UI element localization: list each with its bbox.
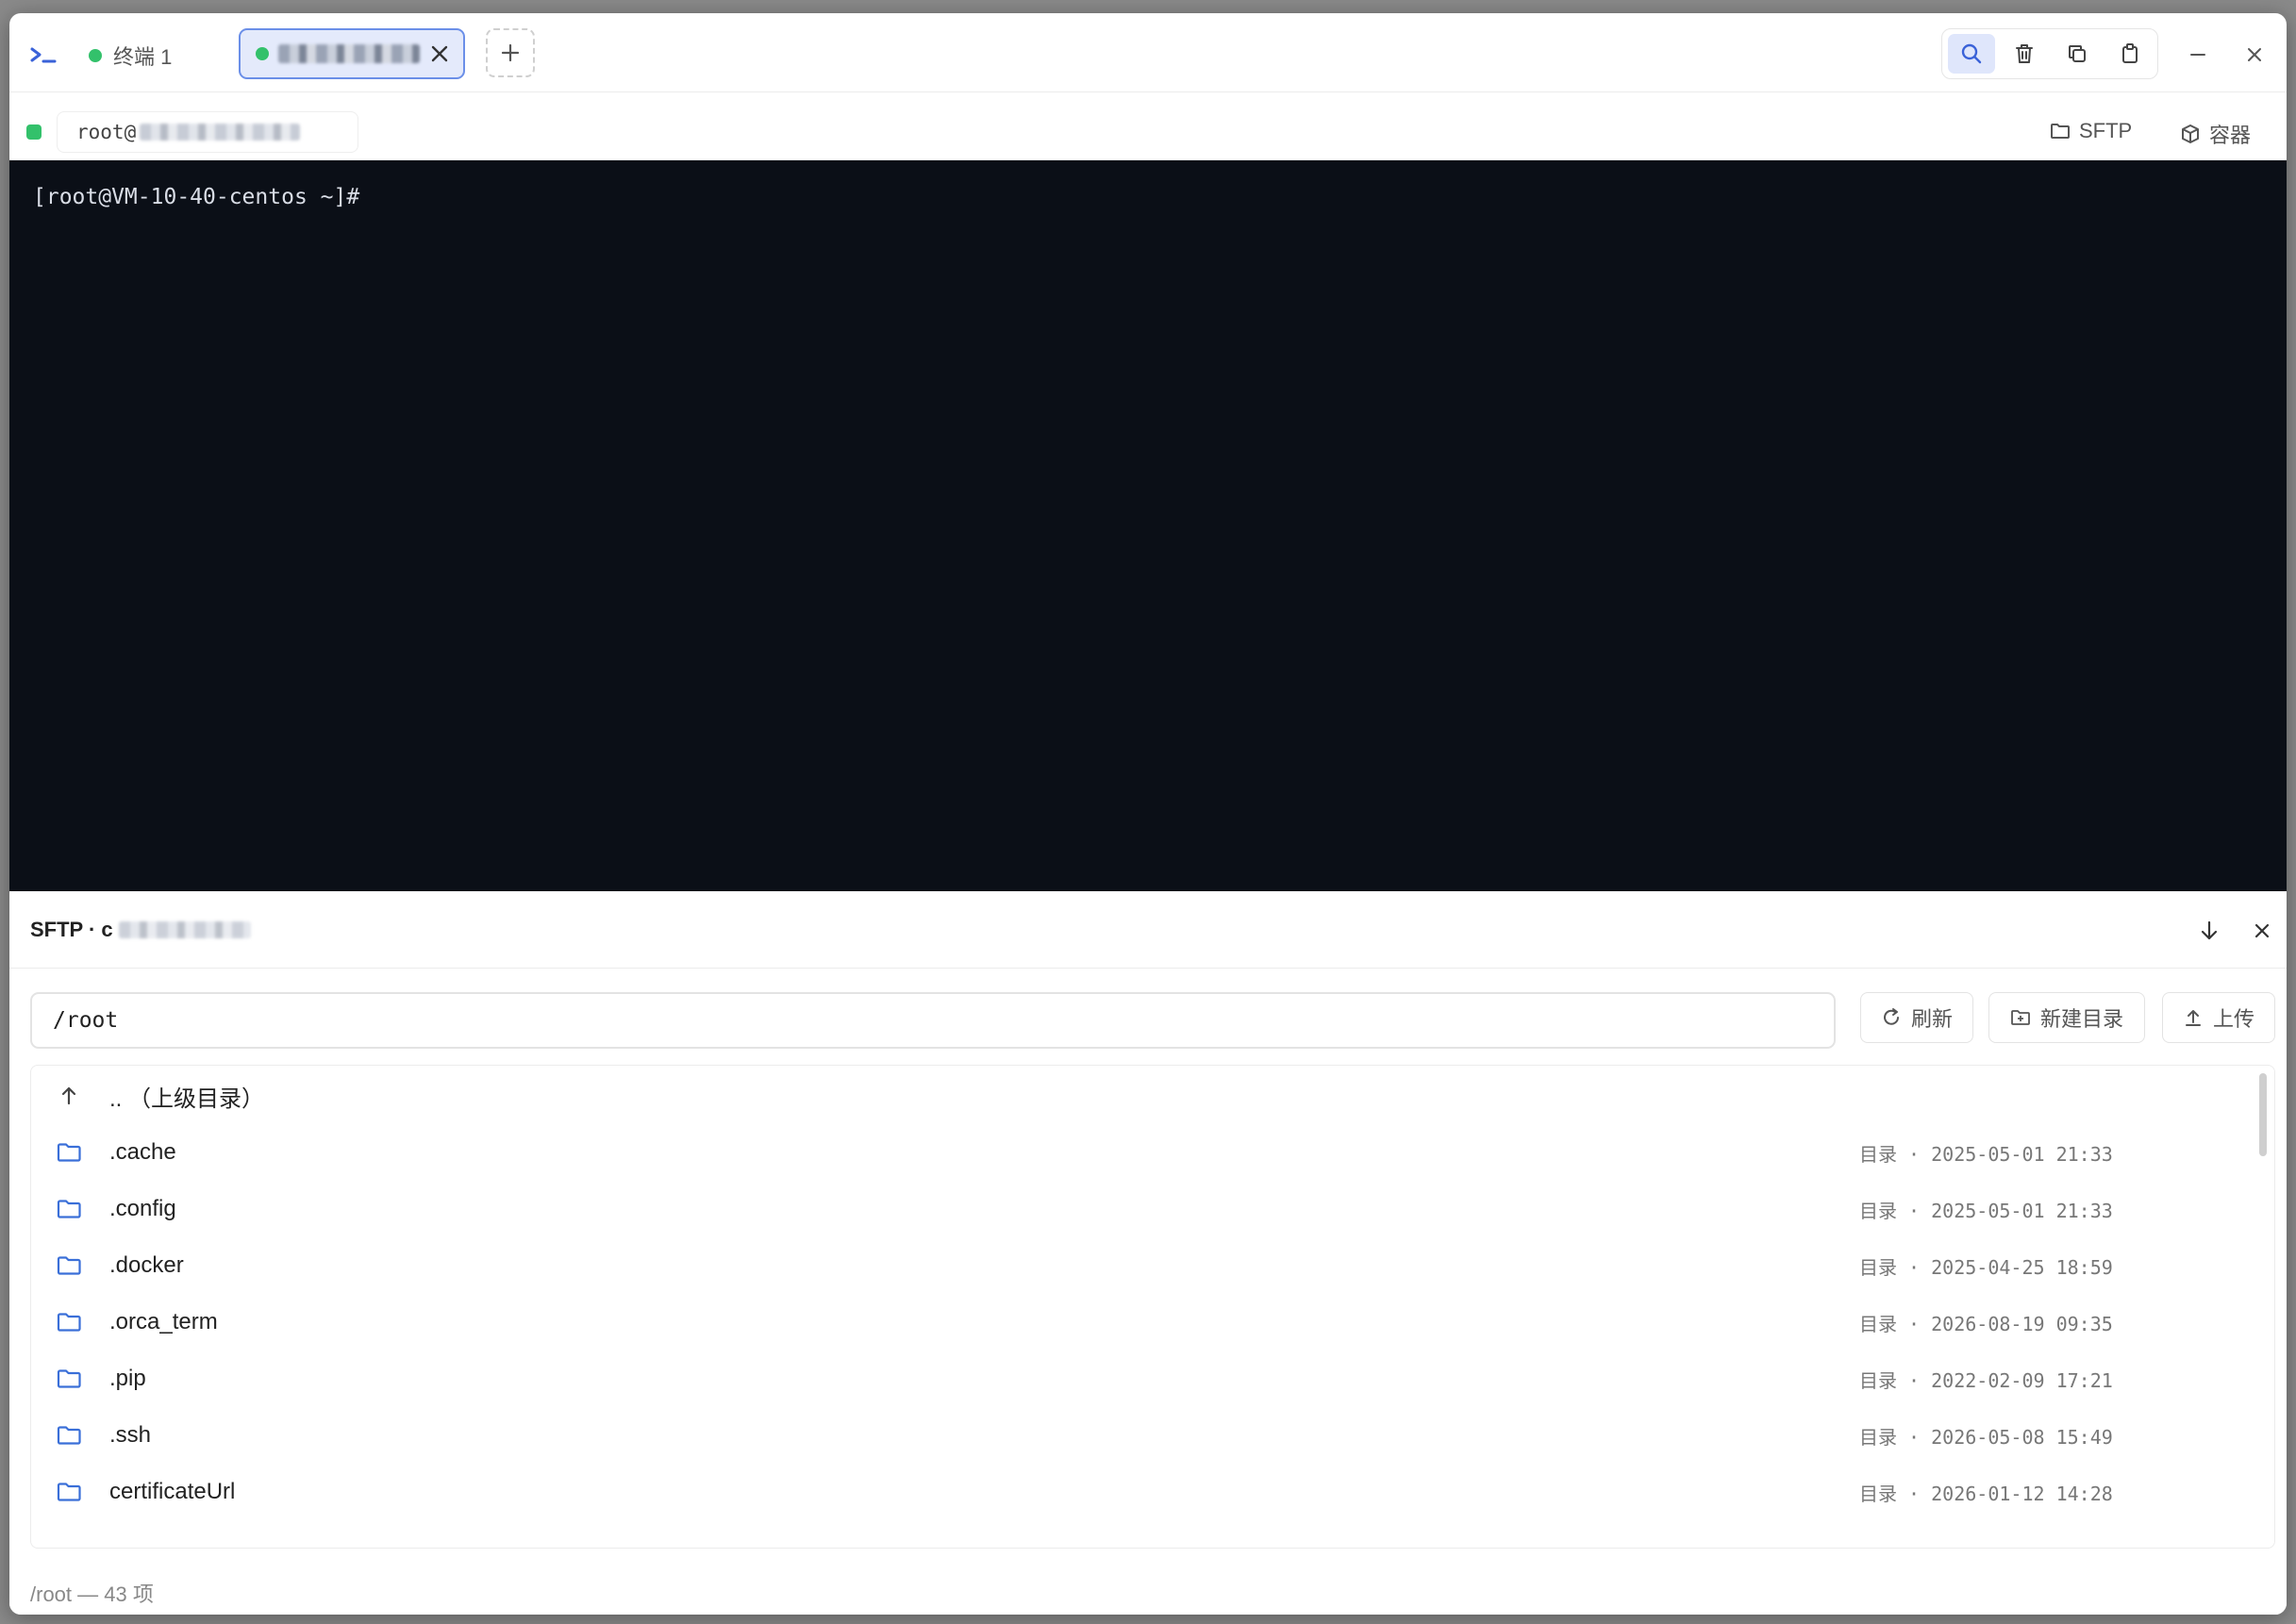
refresh-label: 刷新 — [1910, 1007, 1953, 1031]
file-meta: 目录 · 2022-02-09 17:21 — [1859, 1368, 2113, 1392]
file-name: .cache — [109, 1139, 176, 1165]
file-row[interactable]: .pip 目录 · 2022-02-09 17:21 — [31, 1351, 2274, 1407]
sftp-panel: SFTP · c /root 刷新 新建目录 上传 .. （上级目录） .cac… — [9, 891, 2287, 1615]
file-meta: 目录 · 2026-01-12 14:28 — [1859, 1482, 2113, 1505]
file-row[interactable]: .config 目录 · 2025-05-01 21:33 — [31, 1181, 2274, 1237]
close-tab-icon[interactable] — [427, 41, 452, 66]
sftp-title: SFTP · c — [30, 918, 251, 942]
folder-plus-icon — [2011, 1010, 2030, 1025]
terminal-toolbar — [1941, 28, 2158, 79]
sftp-header: SFTP · c — [9, 891, 2287, 969]
file-list: .. （上级目录） .cache 目录 · 2025-05-01 21:33 .… — [30, 1065, 2275, 1549]
upload-button[interactable]: 上传 — [2162, 992, 2275, 1043]
file-meta: 目录 · 2026-08-19 09:35 — [1859, 1312, 2113, 1335]
file-meta: 目录 · 2025-05-01 21:33 — [1859, 1199, 2113, 1222]
minimize-button[interactable] — [2183, 40, 2213, 70]
user-prefix: root@ — [76, 121, 137, 143]
terminal-logo-icon — [28, 38, 62, 72]
box-icon — [2182, 124, 2199, 143]
plus-icon — [501, 43, 520, 62]
file-meta: 目录 · 2026-05-08 15:49 — [1859, 1425, 2113, 1449]
folder-icon — [56, 1252, 82, 1279]
parent-directory-row[interactable]: .. （上级目录） — [31, 1068, 2274, 1124]
file-name: certificateUrl — [109, 1479, 236, 1504]
search-button[interactable] — [1948, 34, 1995, 74]
clear-button[interactable] — [2001, 34, 2048, 74]
trash-icon — [2016, 44, 2033, 63]
folder-icon — [56, 1366, 82, 1392]
clipboard-icon — [2122, 43, 2138, 63]
tab-active-session[interactable] — [239, 28, 465, 79]
path-input[interactable]: /root — [30, 992, 1836, 1049]
folder-icon — [2051, 124, 2070, 139]
file-name: .pip — [109, 1366, 146, 1391]
file-name: .config — [109, 1196, 176, 1221]
sftp-button-label: SFTP — [2079, 119, 2133, 142]
folder-icon — [56, 1196, 82, 1222]
path-value: /root — [53, 1008, 119, 1033]
minimize-icon — [2190, 54, 2205, 56]
file-row[interactable]: .docker 目录 · 2025-04-25 18:59 — [31, 1237, 2274, 1294]
refresh-icon — [1884, 1008, 1899, 1025]
file-name: .docker — [109, 1252, 184, 1278]
new-tab-button[interactable] — [486, 28, 535, 77]
container-button[interactable]: 容器 — [2179, 119, 2251, 149]
redacted-host-label — [278, 44, 420, 63]
file-row[interactable]: .cache 目录 · 2025-05-01 21:33 — [31, 1124, 2274, 1181]
container-button-label: 容器 — [2209, 124, 2252, 147]
sftp-button[interactable]: SFTP — [2049, 119, 2132, 143]
file-meta: 目录 · 2025-05-01 21:33 — [1859, 1142, 2113, 1166]
terminal-view[interactable]: [root@VM-10-40-centos ~]# — [9, 160, 2287, 891]
tab-label: 终端 1 — [113, 45, 173, 69]
terminal-prompt: [root@VM-10-40-centos ~]# — [33, 185, 360, 209]
connected-status-dot — [89, 49, 102, 62]
paste-button[interactable] — [2106, 34, 2154, 74]
close-icon — [2248, 48, 2261, 61]
new-folder-button[interactable]: 新建目录 — [1988, 992, 2145, 1043]
file-name: .ssh — [109, 1422, 152, 1448]
folder-icon — [56, 1479, 82, 1505]
collapse-panel-icon[interactable] — [2196, 918, 2222, 944]
copy-button[interactable] — [2054, 34, 2101, 74]
file-row[interactable]: .orca_term 目录 · 2026-08-19 09:35 — [31, 1294, 2274, 1351]
redacted-host — [118, 921, 251, 938]
close-panel-icon[interactable] — [2249, 918, 2275, 944]
file-meta: 目录 · 2025-04-25 18:59 — [1859, 1255, 2113, 1279]
tab-terminal-1[interactable]: 终端 1 — [89, 40, 172, 72]
sftp-title-text: SFTP · c — [30, 918, 113, 941]
file-row[interactable]: certificateUrl 目录 · 2026-01-12 14:28 — [31, 1464, 2274, 1520]
connection-status-indicator — [26, 124, 42, 140]
file-row[interactable]: .ssh 目录 · 2026-05-08 15:49 — [31, 1407, 2274, 1464]
redacted-ip — [140, 124, 301, 141]
app-window: 终端 1 root@ SFTP 容器 [root@VM-10-40-centos… — [9, 13, 2287, 1615]
title-bar: 终端 1 — [9, 13, 2287, 92]
upload-label: 上传 — [2212, 1007, 2254, 1031]
parent-directory-label: .. （上级目录） — [109, 1085, 265, 1112]
sftp-status: /root — 43 项 — [30, 1583, 154, 1606]
connected-status-dot — [256, 47, 269, 60]
file-name: .orca_term — [109, 1309, 218, 1334]
new-folder-label: 新建目录 — [2039, 1007, 2123, 1031]
upload-icon — [2185, 1010, 2201, 1026]
refresh-button[interactable]: 刷新 — [1860, 992, 1973, 1043]
host-address: root@ — [57, 111, 358, 153]
search-icon — [1961, 43, 1982, 64]
copy-icon — [2069, 45, 2086, 62]
folder-icon — [56, 1309, 82, 1335]
folder-icon — [56, 1139, 82, 1166]
folder-icon — [56, 1422, 82, 1449]
close-window-button[interactable] — [2239, 40, 2270, 70]
arrow-up-icon — [56, 1083, 82, 1109]
